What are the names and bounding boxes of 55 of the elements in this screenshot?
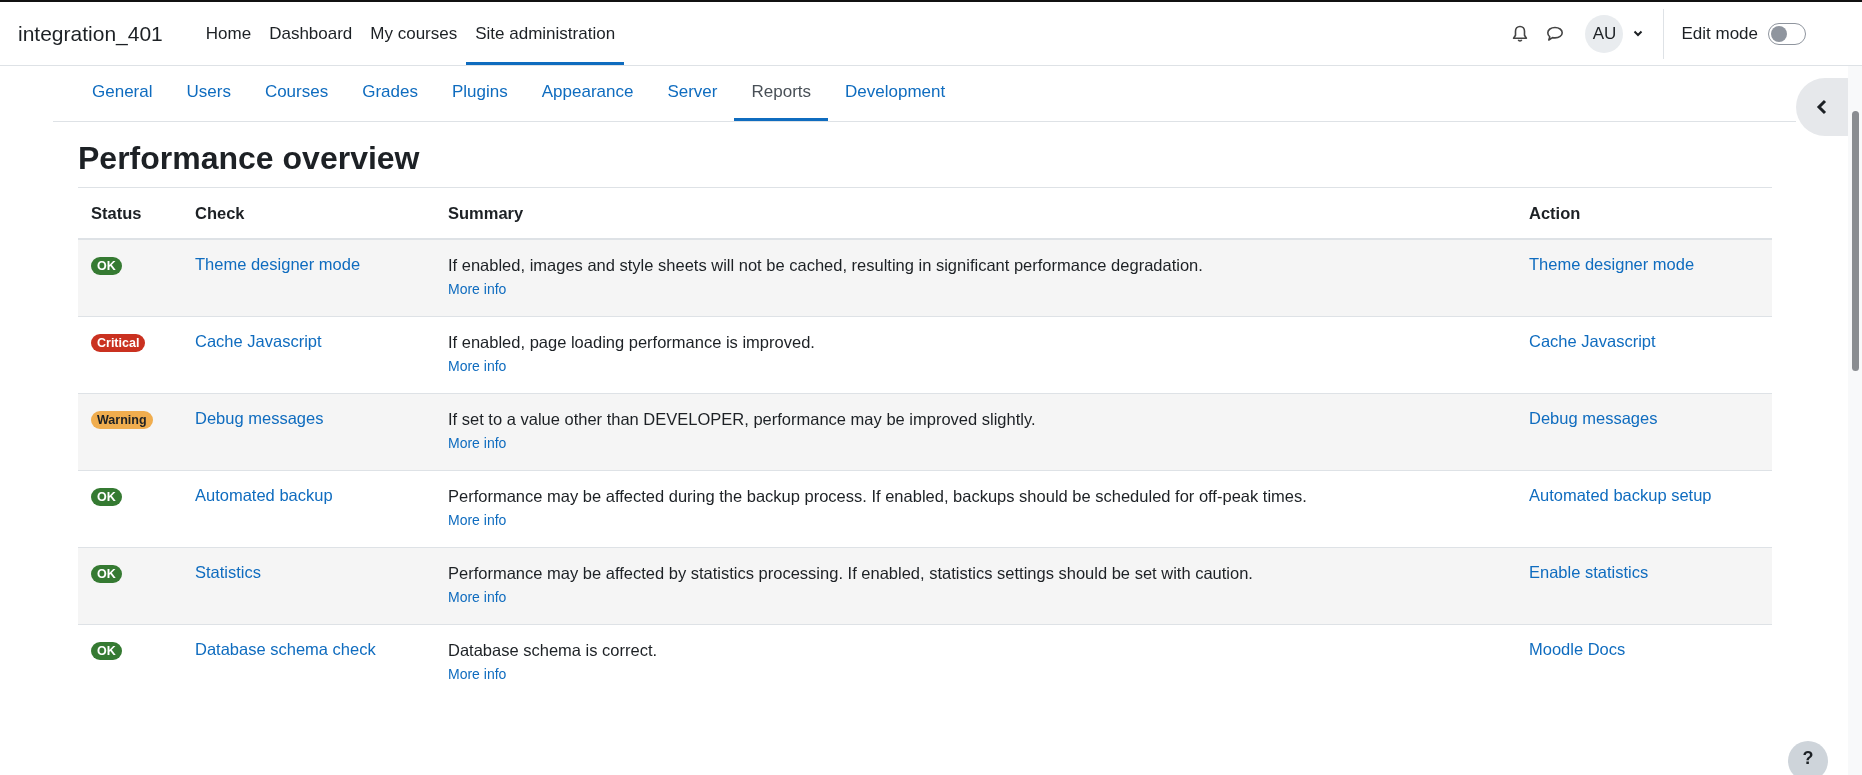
secondary-nav-tab[interactable]: Appearance (524, 66, 651, 121)
caret-icon[interactable] (1633, 30, 1644, 37)
action-link[interactable]: Theme designer mode (1529, 255, 1695, 273)
speech-bubble-icon[interactable] (1546, 25, 1565, 42)
primary-nav-link[interactable]: My courses (361, 5, 467, 65)
site-name[interactable]: integration_401 (18, 21, 163, 46)
edit-mode-toggle[interactable] (1768, 22, 1806, 45)
secondary-nav-tab[interactable]: Plugins (434, 66, 525, 121)
status-badge: Critical (91, 334, 146, 352)
page-title: Performance overview (78, 140, 421, 177)
secondary-nav-tab[interactable]: Users (169, 66, 248, 121)
status-badge: OK (91, 257, 122, 275)
drawer-toggle-button[interactable] (1796, 78, 1848, 136)
status-badge: OK (91, 642, 122, 660)
primary-nav-link[interactable]: Site administration (466, 5, 625, 65)
action-link[interactable]: Cache Javascript (1529, 332, 1656, 350)
action-link[interactable]: Debug messages (1529, 409, 1658, 427)
status-badge: Warning (91, 411, 153, 429)
action-link[interactable]: Enable statistics (1529, 563, 1649, 581)
more-info-link[interactable]: More info (448, 666, 507, 682)
secondary-nav-tab[interactable]: Grades (345, 66, 435, 121)
user-avatar[interactable]: AU (1585, 14, 1624, 53)
more-info-link[interactable]: More info (448, 358, 507, 374)
status-badge: OK (91, 488, 122, 506)
summary-text: If enabled, page loading performance is improved. (448, 332, 816, 352)
help-button[interactable]: ? (1788, 741, 1828, 775)
secondary-nav-tab[interactable]: Server (650, 66, 735, 121)
primary-nav-link[interactable]: Dashboard (260, 5, 362, 65)
summary-text: Database schema is correct. (448, 640, 659, 660)
status-badge: OK (91, 565, 122, 583)
check-link[interactable]: Theme designer mode (195, 255, 361, 273)
summary-text: Performance may be affected during the backup process. If enabled, backups should be scheduled for off-peak times. (448, 486, 1308, 506)
check-link[interactable]: Cache Javascript (195, 332, 322, 350)
action-link[interactable]: Moodle Docs (1529, 640, 1626, 658)
check-link[interactable]: Statistics (195, 563, 262, 581)
chevron-left-icon (1816, 99, 1828, 115)
check-link[interactable]: Automated backup (195, 486, 333, 504)
secondary-nav-tab[interactable]: Courses (247, 66, 346, 121)
summary-text: If set to a value other than DEVELOPER, performance may be improved slightly. (448, 409, 1037, 429)
more-info-link[interactable]: More info (448, 281, 507, 297)
check-link[interactable]: Debug messages (195, 409, 324, 427)
more-info-link[interactable]: More info (448, 589, 507, 605)
more-info-link[interactable]: More info (448, 512, 507, 528)
summary-text: If enabled, images and style sheets will not be cached, resulting in significant performance degradation. (448, 255, 1204, 275)
check-link[interactable]: Database schema check (195, 640, 376, 658)
edit-mode-label: Edit mode (1681, 23, 1758, 44)
secondary-nav-tab[interactable]: General (75, 66, 170, 121)
scrollbar-thumb[interactable] (1851, 111, 1859, 371)
bell-icon[interactable] (1512, 24, 1529, 43)
summary-text: Performance may be affected by statistics processing. If enabled, statistics settings should be set with caution. (448, 563, 1254, 583)
secondary-nav-tab[interactable]: Reports (734, 66, 828, 121)
more-info-link[interactable]: More info (448, 435, 507, 451)
primary-nav-link[interactable]: Home (196, 5, 261, 65)
action-link[interactable]: Automated backup setup (1529, 486, 1712, 504)
secondary-nav-tab[interactable]: Development (828, 66, 963, 121)
